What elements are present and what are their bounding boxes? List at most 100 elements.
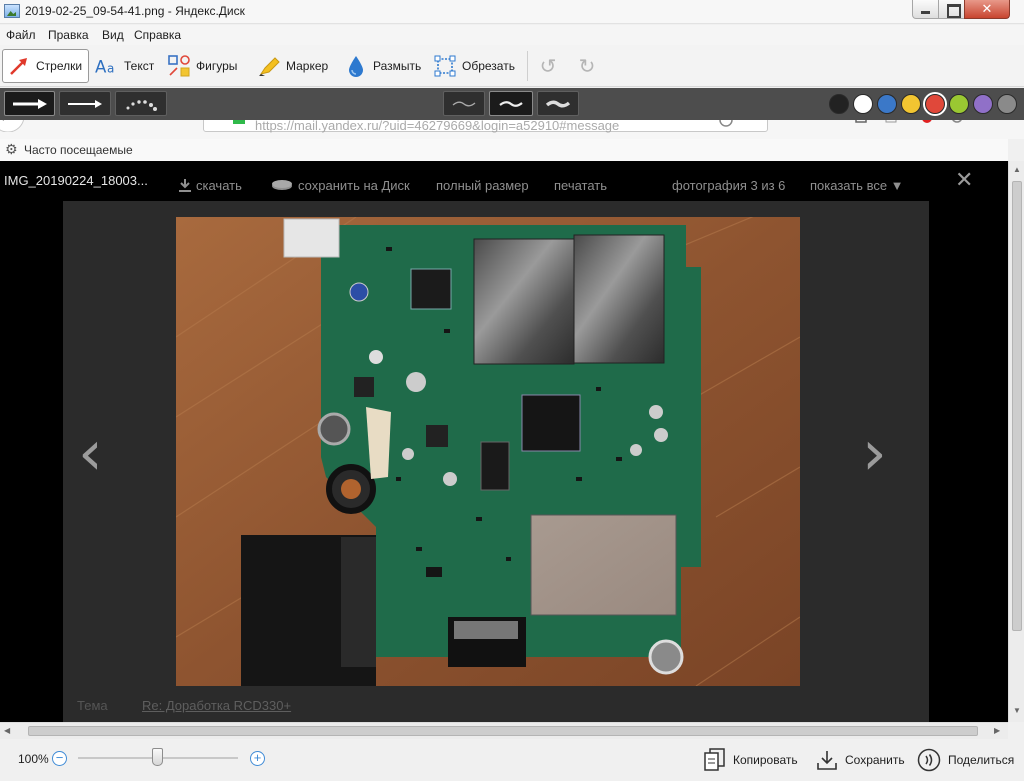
vertical-scroll-thumb[interactable] (1012, 181, 1022, 631)
menu-view[interactable]: Вид (102, 28, 124, 42)
window-title-bar: 2019-02-25_09-54-41.png - Яндекс.Диск (0, 0, 1024, 24)
browser-nav-bar: https://mail.yandex.ru/?uid=46279669&log… (0, 120, 1024, 139)
blur-tool-label: Размыть (373, 59, 422, 73)
marker-tool-icon (257, 54, 281, 78)
menu-help[interactable]: Справка (134, 28, 181, 42)
editor-toolbar: Стрелки Aa Текст Фигуры Маркер Размыть О… (0, 45, 1024, 87)
copy-button[interactable]: Копировать (704, 746, 798, 774)
gear-icon: ⚙ (5, 141, 18, 157)
arrow-style-dotted[interactable] (115, 91, 167, 116)
horizontal-scrollbar[interactable]: ◀ ▶ (0, 722, 1008, 739)
scroll-right-icon[interactable]: ▶ (994, 726, 1000, 735)
disk-icon (272, 180, 292, 190)
copy-label: Копировать (733, 753, 798, 767)
redo-icon[interactable]: ↻ (577, 57, 597, 77)
toolbar-divider (527, 51, 528, 81)
circuit-board-image (176, 217, 800, 686)
secure-lock-icon (233, 120, 245, 124)
color-swatch-gray[interactable] (997, 94, 1017, 114)
zoom-out-button[interactable]: − (52, 751, 67, 766)
print-link[interactable]: печатать (554, 178, 607, 193)
download-icon (179, 179, 191, 192)
next-photo-icon[interactable]: › (862, 422, 887, 484)
close-window-button[interactable] (964, 0, 1010, 19)
viewer-header: IMG_20190224_18003... скачать сохранить … (0, 161, 1008, 201)
color-swatch-purple[interactable] (973, 94, 993, 114)
url-text: https://mail.yandex.ru/?uid=46279669&log… (255, 120, 620, 133)
save-icon (816, 749, 838, 771)
copy-icon (704, 748, 726, 772)
color-swatch-black[interactable] (829, 94, 849, 114)
share-button[interactable]: Поделиться (917, 746, 1014, 774)
browser-back-forward-icon (0, 120, 25, 132)
crop-tool-icon (433, 54, 457, 78)
marker-tool-label: Маркер (286, 59, 329, 73)
photo-counter: фотография 3 из 6 (672, 178, 786, 193)
bookmarks-bar: ⚙ Часто посещаемые (0, 139, 1008, 161)
line-style-medium[interactable] (489, 91, 533, 116)
window-title: 2019-02-25_09-54-41.png - Яндекс.Диск (25, 4, 245, 18)
reload-icon (719, 120, 733, 127)
color-swatch-yellow[interactable] (901, 94, 921, 114)
zoom-level: 100% (18, 752, 49, 766)
vertical-scrollbar[interactable]: ▲ ▼ (1008, 161, 1024, 722)
text-tool-label: Текст (124, 59, 155, 73)
crop-tool-label: Обрезать (462, 59, 515, 73)
scroll-left-icon[interactable]: ◀ (4, 726, 10, 735)
previous-photo-icon[interactable]: ‹ (78, 422, 103, 484)
theme-link[interactable]: Re: Доработка RCD330+ (142, 698, 291, 713)
theme-label: Тема (77, 698, 108, 713)
show-all-link[interactable]: показать все ▼ (810, 178, 904, 193)
minimize-button[interactable] (912, 0, 939, 19)
text-tool-icon: Aa (95, 54, 119, 78)
color-swatch-green[interactable] (949, 94, 969, 114)
text-tool-button[interactable]: Aa Текст (95, 49, 154, 83)
scroll-down-icon[interactable]: ▼ (1013, 706, 1021, 715)
blur-tool-button[interactable]: Размыть (344, 49, 421, 83)
menu-file[interactable]: Файл (6, 28, 36, 42)
arrow-tool-label: Стрелки (36, 59, 83, 73)
share-icon (917, 748, 941, 772)
bookmark-most-visited[interactable]: Часто посещаемые (24, 143, 133, 157)
color-swatch-red[interactable] (925, 94, 945, 114)
blur-tool-icon (344, 54, 368, 78)
undo-icon[interactable]: ↺ (538, 57, 558, 77)
close-icon[interactable]: ✕ (955, 167, 973, 193)
crop-tool-button[interactable]: Обрезать (433, 49, 515, 83)
save-to-disk-link[interactable]: сохранить на Диск (271, 178, 410, 193)
shapes-tool-label: Фигуры (196, 59, 238, 73)
maximize-button[interactable] (938, 0, 965, 19)
save-label: Сохранить (845, 753, 905, 767)
tool-options-bar (0, 88, 1024, 120)
line-style-thick[interactable] (537, 91, 579, 116)
color-swatch-blue[interactable] (877, 94, 897, 114)
photo-filename: IMG_20190224_18003... (4, 173, 148, 188)
shapes-tool-icon (167, 54, 191, 78)
color-swatch-white[interactable] (853, 94, 873, 114)
download-label: скачать (196, 178, 242, 193)
arrow-tool-icon (7, 54, 31, 78)
svg-text:a: a (107, 61, 114, 75)
zoom-slider-thumb[interactable] (152, 748, 163, 766)
download-link[interactable]: скачать (178, 178, 242, 193)
line-style-thin[interactable] (443, 91, 485, 116)
editor-status-bar: 100% − + Копировать Сохранить Поделиться (0, 739, 1024, 781)
full-size-link[interactable]: полный размер (436, 178, 529, 193)
arrow-style-thick[interactable] (4, 91, 55, 116)
save-button[interactable]: Сохранить (816, 746, 905, 774)
arrow-tool-button[interactable]: Стрелки (2, 49, 90, 83)
zoom-in-button[interactable]: + (250, 751, 265, 766)
scroll-up-icon[interactable]: ▲ (1013, 165, 1021, 174)
circuit-board-photo[interactable] (176, 217, 800, 686)
app-image-icon (4, 4, 20, 18)
arrow-style-thin[interactable] (59, 91, 111, 116)
menu-bar: Файл Правка Вид Справка (0, 25, 1024, 45)
shapes-tool-button[interactable]: Фигуры (167, 49, 237, 83)
browser-toolbar-icons (855, 120, 962, 123)
menu-edit[interactable]: Правка (48, 28, 89, 42)
marker-tool-button[interactable]: Маркер (257, 49, 328, 83)
svg-text:A: A (95, 57, 107, 76)
horizontal-scroll-thumb[interactable] (28, 726, 978, 736)
share-label: Поделиться (948, 753, 1015, 767)
save-to-disk-label: сохранить на Диск (298, 178, 410, 193)
